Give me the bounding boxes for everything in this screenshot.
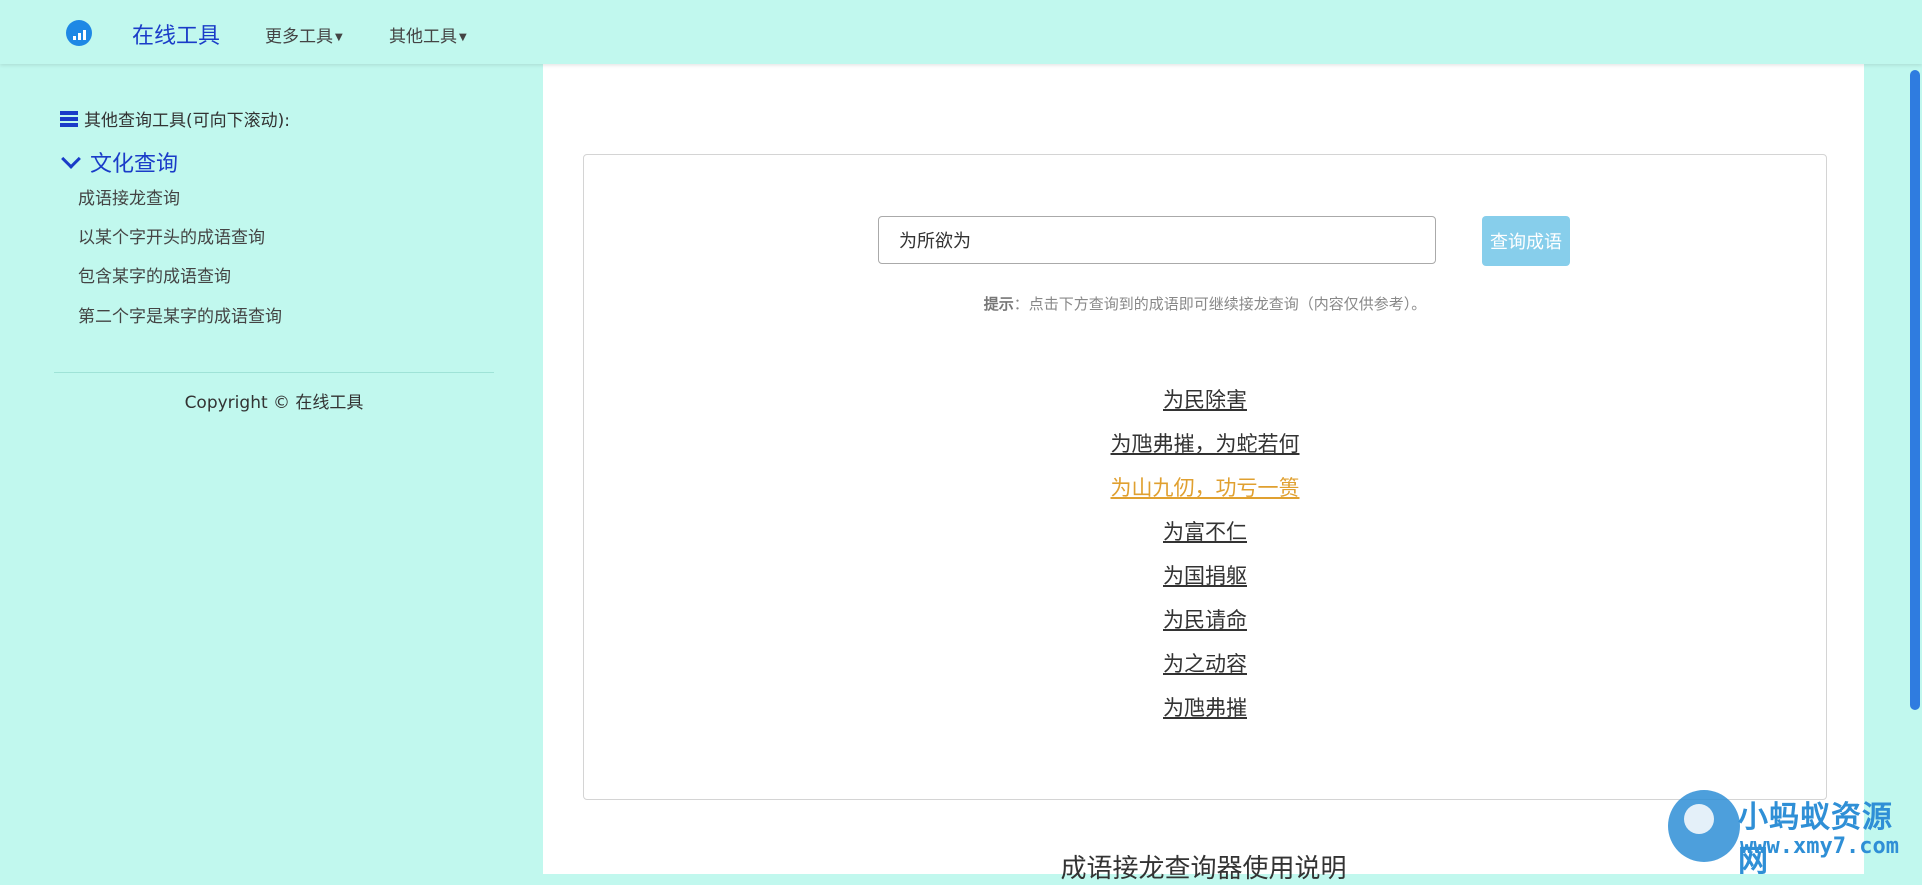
idiom-search-input[interactable] [878,216,1436,264]
sidebar-header-label: 其他查询工具(可向下滚动): [84,111,290,131]
main-content: 查询成语 提示：点击下方查询到的成语即可继续接龙查询（内容仅供参考）。 为民除害… [543,64,1864,884]
query-card: 查询成语 提示：点击下方查询到的成语即可继续接龙查询（内容仅供参考）。 为民除害… [583,154,1827,800]
result-link[interactable]: 为国捐躯 [584,554,1826,598]
copyright-text: Copyright © 在线工具 [184,393,364,413]
chevron-down-icon [61,149,81,169]
watermark-url: www.xmy7.com [1740,834,1899,859]
menu-other-tools[interactable]: 其他工具 ▼ [389,22,467,47]
caret-down-icon: ▼ [335,31,343,43]
result-link[interactable]: 为富不仁 [584,510,1826,554]
hint-body: ：点击下方查询到的成语即可继续接龙查询（内容仅供参考）。 [1013,295,1427,313]
chart-logo-icon[interactable] [66,20,92,46]
list-icon [60,110,78,127]
result-link[interactable]: 为民除害 [584,378,1826,422]
result-link[interactable]: 为民请命 [584,598,1826,642]
menu-more-tools[interactable]: 更多工具 ▼ [265,22,343,47]
result-link[interactable]: 为虺弗摧，为蛇若何 [584,422,1826,466]
result-link[interactable]: 为之动容 [584,642,1826,686]
menu-more-tools-label: 更多工具 [265,27,333,47]
sidebar-link-contains[interactable]: 包含某字的成语查询 [78,262,231,287]
divider [54,372,494,373]
hint-label: 提示 [983,295,1014,313]
ant-logo-icon [1668,790,1740,862]
sidebar-link-idiom-chain[interactable]: 成语接龙查询 [78,184,180,209]
result-link-active[interactable]: 为山九仞，功亏一篑 [584,466,1826,510]
sidebar-link-starts-with[interactable]: 以某个字开头的成语查询 [78,223,265,248]
result-link[interactable]: 为虺弗摧 [584,686,1826,730]
scrollbar[interactable] [1910,70,1920,710]
sidebar: 其他查询工具(可向下滚动): 文化查询 成语接龙查询 以某个字开头的成语查询 包… [0,64,540,874]
hint-text: 提示：点击下方查询到的成语即可继续接龙查询（内容仅供参考）。 [584,293,1826,314]
category-culture-query[interactable]: 文化查询 [60,146,178,178]
results-list: 为民除害 为虺弗摧，为蛇若何 为山九仞，功亏一篑 为富不仁 为国捐躯 为民请命 … [584,378,1826,730]
menu-other-tools-label: 其他工具 [389,27,457,47]
top-navbar: 在线工具 更多工具 ▼ 其他工具 ▼ [0,0,1922,64]
sidebar-header: 其他查询工具(可向下滚动): [60,106,290,131]
brand-title[interactable]: 在线工具 [132,18,220,50]
query-idiom-button[interactable]: 查询成语 [1482,216,1570,266]
caret-down-icon: ▼ [459,31,467,43]
category-label: 文化查询 [90,152,179,177]
watermark: 小蚂蚁资源网 www.xmy7.com [1666,786,1922,879]
sidebar-link-second-char[interactable]: 第二个字是某字的成语查询 [78,302,282,327]
